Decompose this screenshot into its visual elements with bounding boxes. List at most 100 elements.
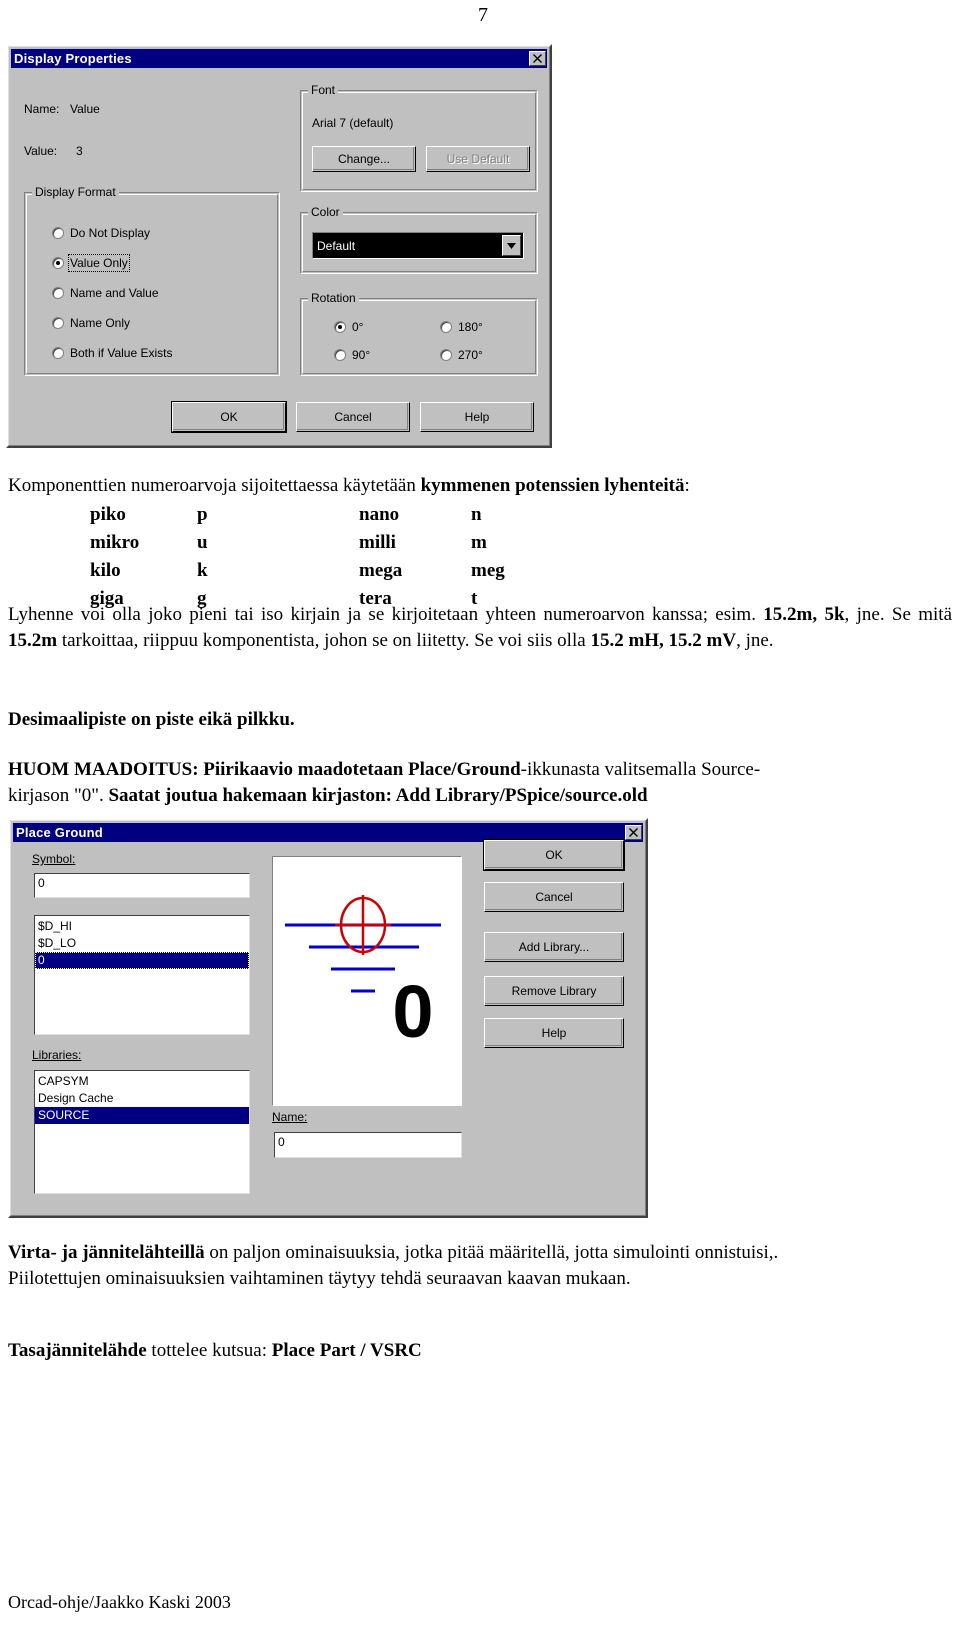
close-icon[interactable] (529, 51, 546, 66)
name-value: Value (70, 102, 100, 116)
radio-label: Both if Value Exists (70, 346, 173, 360)
radio-name-only[interactable]: Name Only (52, 316, 130, 330)
color-legend: Color (308, 205, 343, 219)
radio-do-not-display[interactable]: Do Not Display (52, 226, 150, 240)
final-text1: tottelee kutsua: (146, 1340, 272, 1361)
intro-bold: kymmenen potenssien lyhenteitä (420, 475, 685, 496)
sources-paragraph: Virta- ja jännitelähteillä on paljon omi… (8, 1240, 952, 1292)
radio-label: Do Not Display (70, 226, 151, 240)
chevron-down-glyph (507, 242, 516, 249)
table-row: kilo k mega meg (90, 558, 505, 584)
final-bold2: Place Part / VSRC (271, 1340, 422, 1361)
radio-mark (334, 349, 346, 361)
add-library-button[interactable]: Add Library... (484, 932, 624, 962)
libraries-listbox[interactable]: CAPSYM Design Cache SOURCE (34, 1070, 250, 1194)
display-properties-titlebar[interactable]: Display Properties (11, 49, 547, 68)
radio-mark (52, 287, 64, 299)
cancel-label: Cancel (334, 410, 372, 424)
color-combobox[interactable]: Default (312, 232, 524, 259)
chevron-down-icon[interactable] (502, 235, 521, 256)
radio-name-and-value[interactable]: Name and Value (52, 286, 159, 300)
radio-rotation-270[interactable]: 270° (440, 348, 483, 362)
radio-both-if-value-exists[interactable]: Both if Value Exists (52, 346, 173, 360)
ok-label: OK (545, 848, 563, 862)
symbol-input-value: 0 (38, 876, 45, 890)
ground-symbol-preview-graphic: 0 (285, 895, 441, 1053)
prefix-name: mikro (90, 532, 140, 553)
para1-text3: , jne. (736, 630, 774, 651)
prefix-symbol: p (197, 504, 208, 525)
ok-button[interactable]: OK (172, 402, 286, 432)
place-ground-title: Place Ground (16, 825, 103, 840)
rotation-group: Rotation (300, 291, 538, 376)
name-label: Name: (24, 102, 60, 116)
prefix-name: kilo (90, 560, 121, 581)
list-item[interactable]: $D_HI (35, 918, 249, 935)
final-bold1: Tasajännitelähde (8, 1340, 147, 1361)
closing-bold1: Virta- ja jännitelähteillä (8, 1242, 205, 1263)
libraries-label: Libraries: (32, 1048, 81, 1062)
remove-library-button[interactable]: Remove Library (484, 976, 624, 1006)
para1-text2: tarkoittaa, riippuu komponentista, johon… (57, 630, 586, 651)
ok-label: OK (220, 410, 238, 424)
add-library-label: Add Library... (518, 940, 590, 954)
place-ground-dialog: Place Ground Symbol: 0 $D_HI $D_LO 0 Lib… (8, 818, 648, 1218)
radio-label: Name and Value (70, 286, 159, 300)
prefix-symbol: k (197, 560, 208, 581)
list-item[interactable]: CAPSYM (35, 1073, 249, 1090)
intro-paragraph: Komponenttien numeroarvoja sijoitettaess… (8, 473, 952, 499)
symbol-listbox[interactable]: $D_HI $D_LO 0 (34, 915, 250, 1035)
para1-text1: , jne. Se mitä (844, 604, 953, 625)
display-format-legend: Display Format (32, 185, 119, 199)
value-label: Value: (24, 144, 58, 158)
radio-label: Name Only (70, 316, 131, 330)
radio-rotation-180[interactable]: 180° (440, 320, 483, 334)
radio-mark (52, 317, 64, 329)
font-change-button[interactable]: Change... (312, 146, 416, 172)
close-icon[interactable] (625, 825, 642, 840)
symbol-preview: 0 (272, 856, 462, 1106)
si-abbreviation-table: piko p nano n mikro u milli m kilo k meg… (88, 500, 507, 614)
ok-button[interactable]: OK (484, 840, 624, 870)
font-change-label: Change... (337, 152, 391, 166)
para1-bold3: 15.2 mH, 15.2 mV (590, 630, 737, 651)
list-item[interactable]: SOURCE (35, 1107, 249, 1124)
radio-rotation-0[interactable]: 0° (334, 320, 363, 334)
vsrc-paragraph: Tasajännitelähde tottelee kutsua: Place … (8, 1338, 952, 1364)
radio-mark (440, 321, 452, 333)
huom-bold2: Saatat joutua hakemaan kirjaston: Add Li… (108, 785, 648, 806)
prefix-symbol: m (471, 532, 487, 553)
display-properties-title: Display Properties (14, 51, 132, 66)
abbrev-usage-paragraph: Lyhenne voi olla joko pieni tai iso kirj… (8, 602, 952, 654)
radio-label: 0° (352, 320, 364, 334)
radio-mark (52, 257, 64, 269)
cancel-button[interactable]: Cancel (296, 402, 410, 432)
color-selected-value: Default (317, 238, 356, 253)
value-value: 3 (76, 144, 83, 158)
prefix-name: nano (359, 504, 400, 525)
radio-value-only[interactable]: Value Only (52, 254, 130, 272)
font-use-default-label: Use Default (446, 152, 510, 166)
list-item[interactable]: 0 (35, 952, 249, 969)
symbol-label-text: Symbol: (32, 852, 76, 866)
help-button[interactable]: Help (484, 1018, 624, 1048)
help-button[interactable]: Help (420, 402, 534, 432)
symbol-input[interactable]: 0 (34, 873, 250, 898)
prefix-symbol: n (471, 504, 482, 525)
cancel-button[interactable]: Cancel (484, 882, 624, 912)
font-use-default-button[interactable]: Use Default (426, 146, 530, 172)
prefix-symbol: u (197, 532, 208, 553)
list-item[interactable]: Design Cache (35, 1090, 249, 1107)
libraries-label-text: Libraries: (32, 1048, 82, 1062)
page-footer: Orcad-ohje/Jaakko Kaski 2003 (8, 1592, 231, 1612)
display-properties-dialog: Display Properties Name: Value Value: 3 … (6, 44, 552, 448)
cancel-label: Cancel (535, 890, 573, 904)
huom-text1: -ikkunasta valitsemalla Source- (520, 759, 761, 780)
close-glyph (629, 828, 638, 837)
prefix-symbol: meg (471, 560, 505, 581)
name-input[interactable]: 0 (274, 1132, 462, 1158)
list-item[interactable]: $D_LO (35, 935, 249, 952)
radio-rotation-90[interactable]: 90° (334, 348, 370, 362)
para1-bold1: 15.2m, 5k (763, 604, 845, 625)
radio-mark (52, 347, 64, 359)
